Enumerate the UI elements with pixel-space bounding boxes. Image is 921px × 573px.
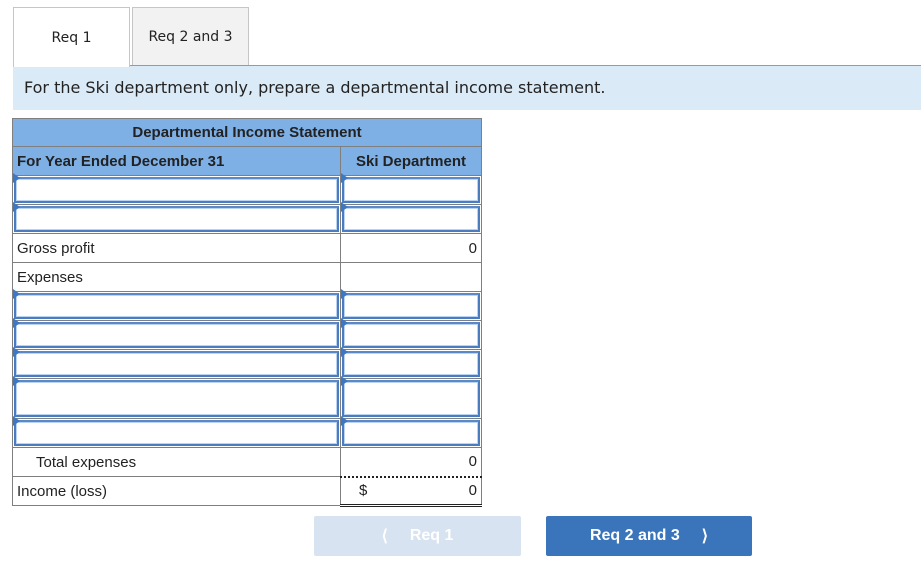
total-expenses-row: Total expenses 0 xyxy=(12,447,482,478)
total-expenses-value: 0 xyxy=(340,447,482,478)
period-label: For Year Ended December 31 xyxy=(12,146,341,176)
dropdown-flag-icon xyxy=(13,173,20,183)
income-cell: $0 xyxy=(340,476,482,507)
gross-profit-row: Gross profit 0 xyxy=(12,233,482,263)
income-label: Income (loss) xyxy=(12,476,341,506)
tab-req-2-and-3[interactable]: Req 2 and 3 xyxy=(132,7,249,66)
account-select[interactable] xyxy=(12,376,341,419)
dropdown-flag-icon xyxy=(13,202,20,212)
amount-input[interactable] xyxy=(340,173,482,205)
tab-req-1[interactable]: Req 1 xyxy=(13,7,130,67)
amount-input[interactable] xyxy=(340,347,482,379)
account-select[interactable] xyxy=(12,347,341,379)
expenses-label: Expenses xyxy=(12,262,341,292)
account-select[interactable] xyxy=(12,289,341,321)
total-expenses-label: Total expenses xyxy=(12,447,341,477)
dropdown-flag-icon xyxy=(13,416,20,426)
dropdown-flag-icon xyxy=(341,347,348,357)
dropdown-flag-icon xyxy=(341,416,348,426)
expense-input-row xyxy=(12,416,482,448)
amount-input[interactable] xyxy=(340,376,482,419)
column-header-ski: Ski Department xyxy=(340,146,482,176)
dropdown-flag-icon xyxy=(341,318,348,328)
tab-label: Req 2 and 3 xyxy=(148,28,233,45)
amount-input[interactable] xyxy=(340,318,482,350)
dropdown-flag-icon xyxy=(13,318,20,328)
statement-title-row: Departmental Income Statement xyxy=(12,118,482,147)
tab-label: Req 1 xyxy=(51,29,92,46)
dropdown-flag-icon xyxy=(341,376,348,386)
statement-title: Departmental Income Statement xyxy=(12,118,482,147)
income-statement-table: Departmental Income Statement For Year E… xyxy=(12,118,482,507)
dropdown-flag-icon xyxy=(13,347,20,357)
dropdown-flag-icon xyxy=(341,202,348,212)
dropdown-flag-icon xyxy=(341,173,348,183)
expenses-header-row: Expenses xyxy=(12,262,482,292)
next-req-button[interactable]: Req 2 and 3 ⟩ xyxy=(546,516,752,556)
gross-profit-value: 0 xyxy=(340,233,482,263)
expense-input-row xyxy=(12,318,482,350)
revenue-input-row xyxy=(12,202,482,234)
account-select[interactable] xyxy=(12,416,341,448)
amount-input[interactable] xyxy=(340,416,482,448)
chevron-right-icon: ⟩ xyxy=(701,528,709,545)
expense-input-row xyxy=(12,376,482,419)
amount-input[interactable] xyxy=(340,289,482,321)
expense-input-row xyxy=(12,289,482,321)
amount-input[interactable] xyxy=(340,202,482,234)
prev-req-button[interactable]: ⟨ Req 1 xyxy=(314,516,521,556)
chevron-left-icon: ⟨ xyxy=(381,528,388,545)
instructions-banner: For the Ski department only, prepare a d… xyxy=(13,66,921,110)
account-select[interactable] xyxy=(12,173,341,205)
prev-button-label: Req 1 xyxy=(409,527,454,544)
income-row: Income (loss) $0 xyxy=(12,476,482,507)
expense-input-row xyxy=(12,347,482,379)
account-select[interactable] xyxy=(12,202,341,234)
expenses-blank xyxy=(340,262,482,292)
gross-profit-label: Gross profit xyxy=(12,233,341,263)
dropdown-flag-icon xyxy=(13,376,20,386)
revenue-input-row xyxy=(12,173,482,205)
account-select[interactable] xyxy=(12,318,341,350)
next-button-label: Req 2 and 3 xyxy=(589,527,680,544)
currency-symbol: $ xyxy=(359,482,368,500)
statement-header-row: For Year Ended December 31 Ski Departmen… xyxy=(12,146,482,176)
income-value: 0 xyxy=(468,482,477,500)
dropdown-flag-icon xyxy=(341,289,348,299)
dropdown-flag-icon xyxy=(13,289,20,299)
